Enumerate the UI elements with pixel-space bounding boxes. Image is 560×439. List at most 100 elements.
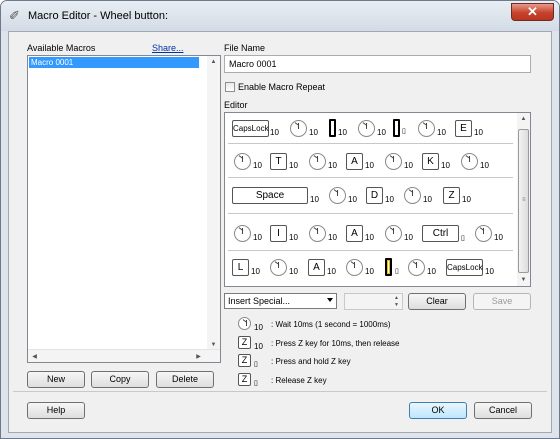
editor-scroll-thumb[interactable]: ≡ [518,129,529,273]
editor-label: Editor [224,100,248,110]
key-capslock[interactable]: CapsLock [232,120,269,137]
ok-button[interactable]: OK [409,402,467,419]
wait-label: 10 [253,233,262,242]
clock-icon[interactable] [358,120,375,137]
wait-label: 10 [427,267,436,276]
key-ctrl[interactable]: Ctrl [422,225,459,242]
wait-label: 10 [309,128,318,137]
clock-icon[interactable] [404,187,421,204]
scroll-up-icon[interactable]: ▲ [207,59,220,65]
pencil-icon: ✐ [9,8,20,23]
clear-button[interactable]: Clear [408,293,466,310]
clock-icon[interactable] [270,259,287,276]
wait-label: 10 [462,195,471,204]
copy-macro-button[interactable]: Copy [91,371,149,388]
key-down-icon[interactable] [393,119,400,137]
macro-editor-area[interactable]: CapsLock 10 10 10 10 ▯ 10 E 10 10 T 10 1… [224,112,531,287]
key-up-icon: ▯ [395,268,399,275]
key-l[interactable]: L [232,259,249,276]
wait-label: 10 [270,128,279,137]
key-k[interactable]: K [422,153,439,170]
wait-label: 10 [437,128,446,137]
clock-icon[interactable] [290,120,307,137]
enable-repeat-checkbox[interactable] [225,82,235,92]
row-separator [228,177,513,178]
key-up-icon: ▯ [461,235,465,242]
list-item[interactable]: Macro 0001 [29,57,199,68]
clock-icon[interactable] [408,259,425,276]
clock-icon[interactable] [418,120,435,137]
wait-time-stepper[interactable]: ▲ ▼ [344,293,403,310]
enable-repeat-label: Enable Macro Repeat [238,82,326,92]
clock-icon[interactable] [309,153,326,170]
macro-list[interactable]: Macro 0001 ▲ ▼ ◀ ▶ [27,55,221,363]
insert-special-dropdown[interactable]: Insert Special... [224,293,337,309]
scroll-down-icon[interactable]: ▼ [517,277,530,283]
delete-macro-button[interactable]: Delete [156,371,214,388]
wait-label: 10 [404,233,413,242]
file-name-field[interactable]: Macro 0001 [224,55,531,73]
wait-label: 10 [253,161,262,170]
dropdown-arrow-icon [327,298,333,302]
key-i[interactable]: I [270,225,287,242]
wait-label: 10 [385,195,394,204]
wait-label: 10 [289,267,298,276]
wait-label: 10 [441,161,450,170]
wait-label: 10 [404,161,413,170]
close-button[interactable]: ✕ [511,3,554,21]
file-name-label: File Name [224,43,266,53]
dialog-client-area: Available Macros Share... Macro 0001 ▲ ▼… [8,31,552,433]
clock-icon[interactable] [475,225,492,242]
wait-label: 10 [338,128,347,137]
clock-icon[interactable] [234,153,251,170]
clock-icon[interactable] [309,225,326,242]
key-up-icon: ▯ [254,380,258,387]
clock-icon[interactable] [385,153,402,170]
wait-label: 10 [494,233,503,242]
key-a[interactable]: A [346,153,363,170]
wait-label: 10 [348,195,357,204]
clock-icon[interactable] [329,187,346,204]
wait-label: 10 [327,267,336,276]
key-z[interactable]: Z [443,187,460,204]
stepper-down-icon[interactable]: ▼ [390,302,403,308]
macro-editor-window: ✐ Macro Editor - Wheel button: ✕ Availab… [0,0,560,439]
key-t[interactable]: T [270,153,287,170]
macro-list-vscroll[interactable]: ▲ ▼ [207,56,220,351]
key-d[interactable]: D [366,187,383,204]
wait-label: 10 [365,233,374,242]
wait-label: 10 [289,161,298,170]
scroll-right-icon[interactable]: ▶ [192,353,205,360]
editor-vscroll[interactable]: ▲ ≡ ▼ [517,113,530,286]
clock-icon[interactable] [385,225,402,242]
share-link[interactable]: Share... [152,43,184,53]
scroll-up-icon[interactable]: ▲ [517,116,530,122]
stepper-up-icon[interactable]: ▲ [390,295,403,301]
scroll-left-icon[interactable]: ◀ [28,353,41,360]
close-icon: ✕ [527,4,538,19]
row-separator [228,213,513,214]
clock-icon[interactable] [346,259,363,276]
clock-icon[interactable] [461,153,478,170]
key-a[interactable]: A [346,225,363,242]
title-bar[interactable]: ✐ Macro Editor - Wheel button: ✕ [1,1,559,31]
key-space[interactable]: Space [232,187,308,204]
window-title: Macro Editor - Wheel button: [28,10,169,22]
cancel-button[interactable]: Cancel [474,402,532,419]
help-button[interactable]: Help [27,402,85,419]
scroll-down-icon[interactable]: ▼ [207,342,220,348]
clock-icon[interactable] [234,225,251,242]
key-a[interactable]: A [308,259,325,276]
key-capslock[interactable]: CapsLock [446,259,483,276]
macro-list-hscroll[interactable]: ◀ ▶ [28,349,220,362]
key-down-icon[interactable] [385,258,392,276]
legend-wait-text: : Wait 10ms (1 second = 1000ms) [271,320,391,329]
legend-press-text: : Press Z key for 10ms, then release [271,339,400,348]
row-separator [228,250,513,251]
key-e[interactable]: E [455,120,472,137]
new-macro-button[interactable]: New [27,371,85,388]
key-down-icon[interactable] [329,119,336,137]
save-button[interactable]: Save [473,293,531,310]
wait-label: 10 [251,267,260,276]
key-z-icon: Z [238,336,251,349]
